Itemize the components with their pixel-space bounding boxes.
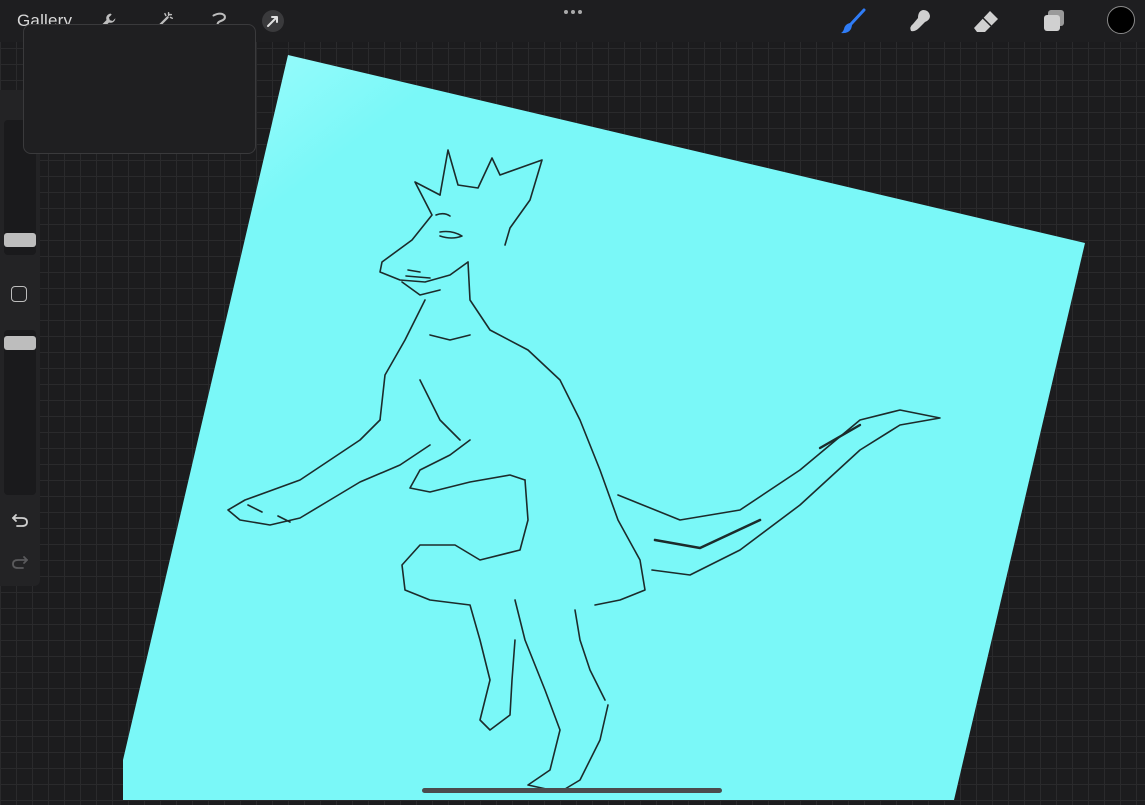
eraser-icon[interactable] <box>972 7 1000 35</box>
redo-icon[interactable] <box>8 550 32 574</box>
artboard[interactable] <box>123 55 1085 800</box>
modify-button[interactable] <box>11 286 27 302</box>
smudge-icon[interactable] <box>906 7 934 35</box>
brush-icon[interactable] <box>839 7 867 35</box>
tool-popup-panel[interactable] <box>23 24 256 154</box>
more-options-icon[interactable] <box>560 2 586 22</box>
layers-icon[interactable] <box>1040 7 1068 35</box>
brush-size-thumb[interactable] <box>4 233 36 247</box>
transform-arrow-icon[interactable] <box>259 7 287 35</box>
opacity-thumb[interactable] <box>4 336 36 350</box>
color-picker-swatch[interactable] <box>1107 6 1135 34</box>
left-sidebar <box>0 90 40 586</box>
opacity-slider[interactable] <box>4 330 36 495</box>
home-indicator[interactable] <box>422 788 722 793</box>
undo-icon[interactable] <box>8 508 32 532</box>
